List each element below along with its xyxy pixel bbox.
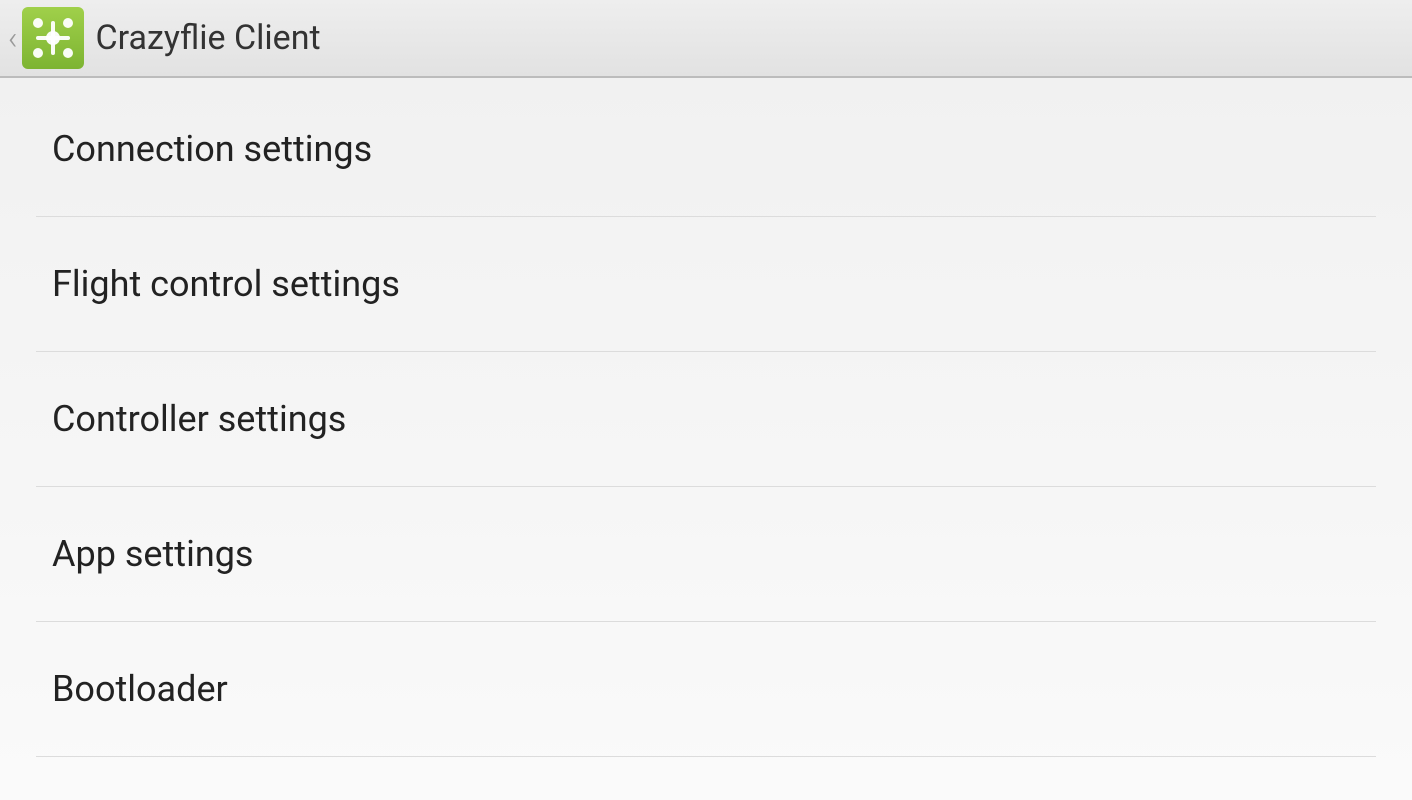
settings-item-bootloader[interactable]: Bootloader xyxy=(36,622,1376,757)
settings-item-connection[interactable]: Connection settings xyxy=(36,78,1376,217)
back-icon[interactable]: ‹ xyxy=(8,22,18,54)
settings-item-label: Flight control settings xyxy=(52,263,400,305)
settings-item-label: App settings xyxy=(52,533,254,575)
drone-icon[interactable] xyxy=(22,7,84,69)
settings-item-label: Connection settings xyxy=(52,128,372,170)
settings-item-label: Bootloader xyxy=(52,668,228,710)
drone-icon-svg xyxy=(28,13,78,63)
app-title: Crazyflie Client xyxy=(96,18,321,58)
action-bar: ‹ Crazyflie Client xyxy=(0,0,1412,78)
settings-list: Connection settings Flight control setti… xyxy=(0,78,1412,757)
settings-item-flight-control[interactable]: Flight control settings xyxy=(36,217,1376,352)
settings-item-label: Controller settings xyxy=(52,398,346,440)
settings-item-controller[interactable]: Controller settings xyxy=(36,352,1376,487)
settings-item-app[interactable]: App settings xyxy=(36,487,1376,622)
